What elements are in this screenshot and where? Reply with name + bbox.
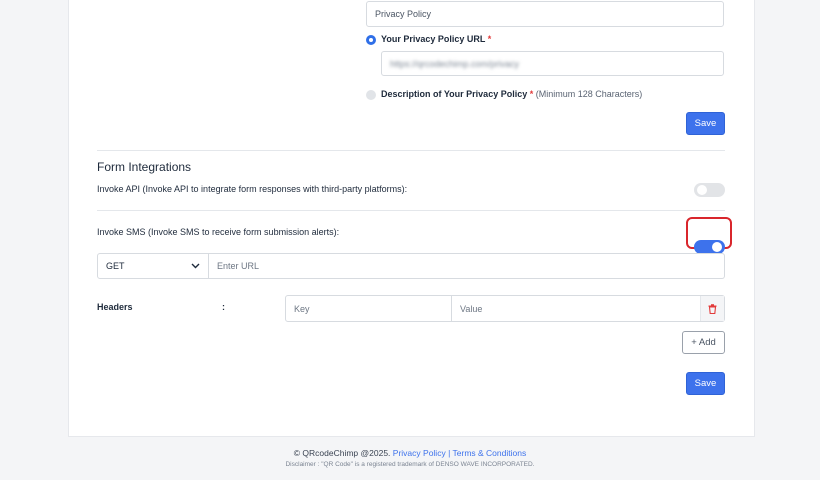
- privacy-url-option-text: Your Privacy Policy URL: [381, 34, 486, 44]
- description-note: (Minimum 128 Characters): [535, 89, 643, 99]
- toggle-knob: [697, 185, 707, 195]
- headers-separator: :: [222, 302, 225, 312]
- invoke-api-toggle[interactable]: [694, 183, 725, 197]
- privacy-description-option-text: Description of Your Privacy Policy: [381, 89, 528, 99]
- add-header-button[interactable]: + Add: [682, 331, 725, 354]
- privacy-policy-title-value: Privacy Policy: [375, 9, 432, 19]
- headers-label: Headers: [97, 302, 133, 312]
- copyright-text: © QRcodeChimp @2025.: [293, 448, 391, 458]
- chevron-down-icon: [191, 263, 200, 269]
- footer-separator: |: [448, 448, 451, 458]
- privacy-url-radio[interactable]: [366, 35, 376, 45]
- privacy-description-radio[interactable]: [366, 90, 376, 100]
- privacy-policy-title-input[interactable]: Privacy Policy: [366, 1, 724, 27]
- webhook-url-placeholder: Enter URL: [217, 261, 260, 271]
- delete-header-button[interactable]: [700, 296, 724, 321]
- privacy-policy-link[interactable]: Privacy Policy: [393, 448, 446, 458]
- method-select-value: GET: [106, 261, 125, 271]
- form-integrations-title: Form Integrations: [97, 160, 192, 174]
- header-pair-row: Key Value: [285, 295, 725, 322]
- privacy-url-value: https://qrcodechimp.com/privacy: [390, 58, 520, 69]
- header-key-input[interactable]: Key: [286, 296, 452, 321]
- privacy-url-input[interactable]: https://qrcodechimp.com/privacy: [381, 51, 724, 76]
- header-value-input[interactable]: Value: [452, 296, 700, 321]
- invoke-sms-label: Invoke SMS (Invoke SMS to receive form s…: [97, 227, 340, 237]
- method-select[interactable]: GET: [97, 253, 209, 279]
- disclaimer-text: Disclaimer : "QR Code" is a registered t…: [285, 461, 535, 468]
- save-integrations-button[interactable]: Save: [686, 372, 725, 395]
- required-mark: *: [529, 89, 534, 99]
- invoke-api-label: Invoke API (Invoke API to integrate form…: [97, 184, 408, 194]
- terms-conditions-link[interactable]: Terms & Conditions: [453, 448, 527, 458]
- save-button[interactable]: Save: [686, 112, 725, 135]
- header-value-placeholder: Value: [460, 303, 483, 314]
- save-button-label: Save: [694, 118, 717, 129]
- privacy-description-option-label[interactable]: Description of Your Privacy Policy * (Mi…: [381, 89, 642, 99]
- section-divider: [97, 150, 725, 151]
- trash-icon: [708, 303, 717, 314]
- save-integrations-label: Save: [694, 378, 717, 389]
- toggle-knob: [712, 242, 722, 252]
- invoke-sms-toggle[interactable]: [694, 240, 725, 254]
- header-key-placeholder: Key: [294, 303, 310, 314]
- required-mark: *: [487, 34, 492, 44]
- privacy-url-option-label[interactable]: Your Privacy Policy URL *: [381, 34, 491, 44]
- webhook-url-input[interactable]: Enter URL: [209, 253, 725, 279]
- add-header-label: + Add: [691, 337, 716, 348]
- row-divider: [97, 210, 725, 211]
- footer-links: © QRcodeChimp @2025. Privacy Policy | Te…: [0, 448, 820, 458]
